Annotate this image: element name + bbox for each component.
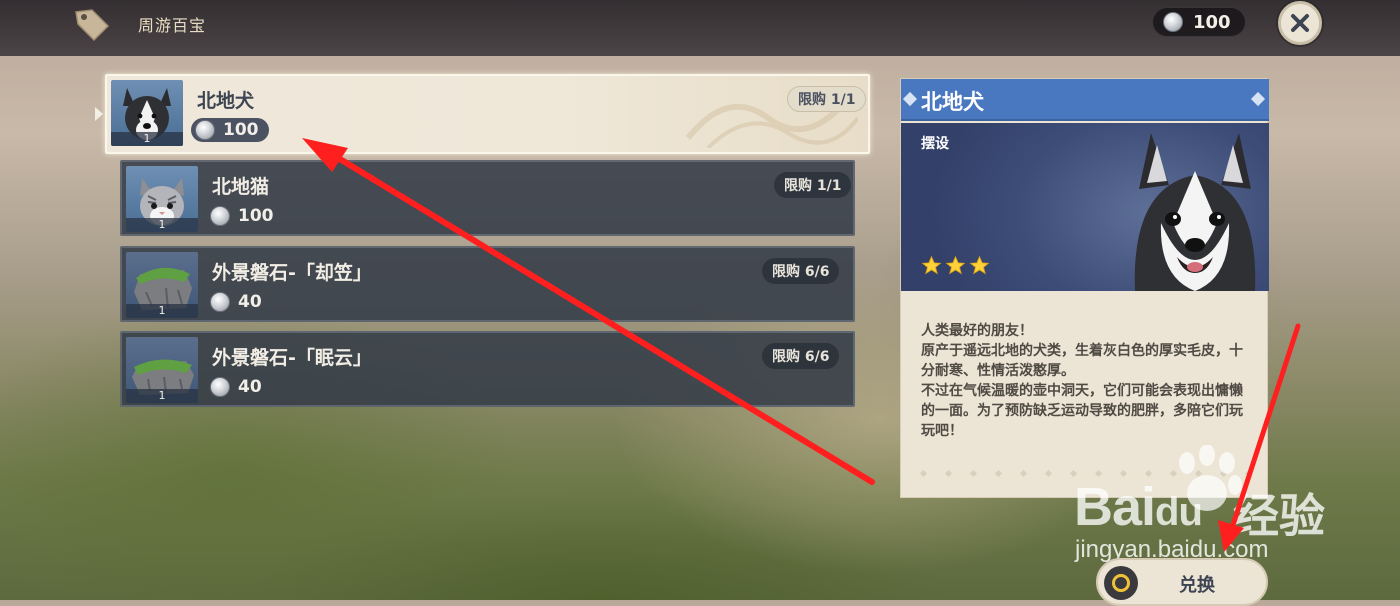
star-icon [921,255,942,275]
shop-item-northland-hound[interactable]: 1 北地犬 100 限购 1/1 [105,74,870,154]
close-icon [1291,14,1309,32]
watermark-brand: Baidu [1074,477,1203,537]
purchase-limit-badge: 限购 1/1 [787,86,867,112]
shop-item-northland-cat[interactable]: 1 北地猫 100 限购 1/1 [120,160,855,236]
item-name: 北地犬 [197,90,255,112]
description-line: 不过在气候温暖的壶中洞天，它们可能会表现出慵懒的一面。为了预防缺乏运动导致的肥胖… [921,383,1243,439]
diamond-ornament-icon [902,91,918,107]
item-thumbnail: 1 [126,252,198,318]
item-category: 摆设 [921,136,949,152]
selection-indicator-icon [95,107,103,121]
detail-header: 北地犬 [901,79,1269,121]
price-amount: 100 [238,206,274,226]
silver-coin-icon [210,377,230,397]
purchase-limit-badge: 限购 1/1 [774,172,852,198]
currency-amount: 100 [1193,11,1231,33]
exchange-button[interactable]: 兑换 [1096,558,1268,606]
price-amount: 40 [238,377,262,397]
item-price: 40 [206,375,272,399]
item-thumbnail: 1 [126,337,198,403]
item-price: 100 [191,118,269,142]
item-detail-panel: 北地犬 摆设 人类最好的朋友！ 原产于遥远北地的犬类，生着灰白色的厚实毛皮，十分… [900,78,1269,498]
item-price: 100 [206,204,284,228]
item-thumbnail: 1 [111,80,183,146]
close-button[interactable] [1278,1,1322,45]
purchase-limit-badge: 限购 6/6 [762,258,840,284]
item-name: 北地猫 [212,176,270,198]
detail-hero: 摆设 [901,123,1269,291]
shop-title: 周游百宝 [138,16,207,35]
item-quantity: 1 [111,132,183,146]
silver-coin-icon [195,120,215,140]
currency-display: 100 [1152,7,1246,37]
item-name: 外景磐石-「却笠」 [212,262,372,284]
purchase-limit-badge: 限购 6/6 [762,343,840,369]
silver-coin-icon [210,206,230,226]
item-price: 40 [206,290,272,314]
husky-portrait [1134,133,1256,291]
detail-title: 北地犬 [921,90,984,114]
item-name: 外景磐石-「眠云」 [212,347,372,369]
item-quantity: 1 [126,304,198,318]
diamond-ornament-icon [1250,91,1266,107]
top-bar: 周游百宝 100 [0,0,1400,56]
item-quantity: 1 [126,389,198,403]
silver-coin-icon [1163,12,1183,32]
exchange-label: 兑换 [1179,575,1215,596]
item-thumbnail: 1 [126,166,198,232]
star-icon [945,255,966,275]
shop-item-rock-quelie[interactable]: 1 外景磐石-「却笠」 40 限购 6/6 [120,246,855,322]
shop-item-rock-mianyun[interactable]: 1 外景磐石-「眠云」 40 限购 6/6 [120,331,855,407]
silver-coin-icon [210,292,230,312]
price-amount: 40 [238,292,262,312]
description-line: 人类最好的朋友！ [921,323,1033,339]
description-line: 原产于遥远北地的犬类，生着灰白色的厚实毛皮，十分耐寒、性情活泼憨厚。 [921,343,1243,379]
price-tag-icon [75,9,110,42]
item-quantity: 1 [126,218,198,232]
item-description: 人类最好的朋友！ 原产于遥远北地的犬类，生着灰白色的厚实毛皮，十分耐寒、性情活泼… [921,321,1251,441]
rarity-stars [921,255,990,276]
star-icon [969,255,990,275]
price-amount: 100 [223,120,259,140]
